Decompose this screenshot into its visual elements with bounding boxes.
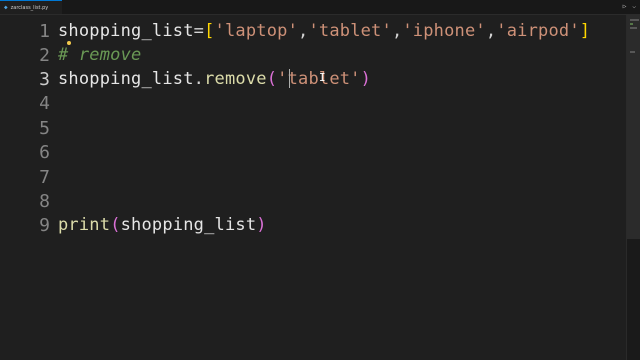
line-number: 7 [39,166,50,188]
tab-label: zarclass_list.py [10,4,49,11]
code-text[interactable]: print(shopping_list) [58,215,267,235]
editor-actions: ▷ ⌵ [623,1,636,13]
text-cursor [289,69,290,88]
lightbulb-icon[interactable] [67,41,71,45]
line-number: 5 [39,117,50,139]
line-number: 3 [39,68,50,90]
minimap-line [630,27,637,29]
line-number: 4 [39,92,50,114]
code-line: 4 [0,91,626,115]
run-icon[interactable]: ▷ [623,4,627,10]
minimap[interactable] [626,15,640,360]
line-number: 6 [39,141,50,163]
code-line: 5 [0,116,626,140]
line-number: 8 [39,190,50,212]
editor-tab-bar: ◆ zarclass_list.py ▷ ⌵ [0,0,640,15]
minimap-line [630,51,635,53]
code-line: 1 shopping_list=['laptop','tablet','ipho… [0,19,626,43]
code-line-active: 3 shopping_list.remove('tablet') [0,67,626,91]
minimap-line [630,23,633,25]
code-text[interactable]: shopping_list=['laptop','tablet','iphone… [58,21,590,41]
line-number: 1 [39,20,50,42]
code-line: 9 print(shopping_list) [0,213,626,237]
minimap-line [630,19,639,21]
python-file-icon: ◆ [4,3,8,11]
code-editor[interactable]: 1 shopping_list=['laptop','tablet','ipho… [0,15,626,360]
tab-zarclass-list[interactable]: ◆ zarclass_list.py [0,0,62,14]
line-number: 2 [39,44,50,66]
code-line: 6 [0,140,626,164]
minimap-slider[interactable] [627,15,640,239]
mouse-ibeam-icon: I [319,71,326,84]
code-line: 8 [0,189,626,213]
code-comment[interactable]: # remove [58,45,141,65]
line-number: 9 [39,214,50,236]
code-line: 2 # remove [0,43,626,67]
code-line: 7 [0,165,626,189]
more-icon[interactable]: ⌵ [632,4,636,10]
